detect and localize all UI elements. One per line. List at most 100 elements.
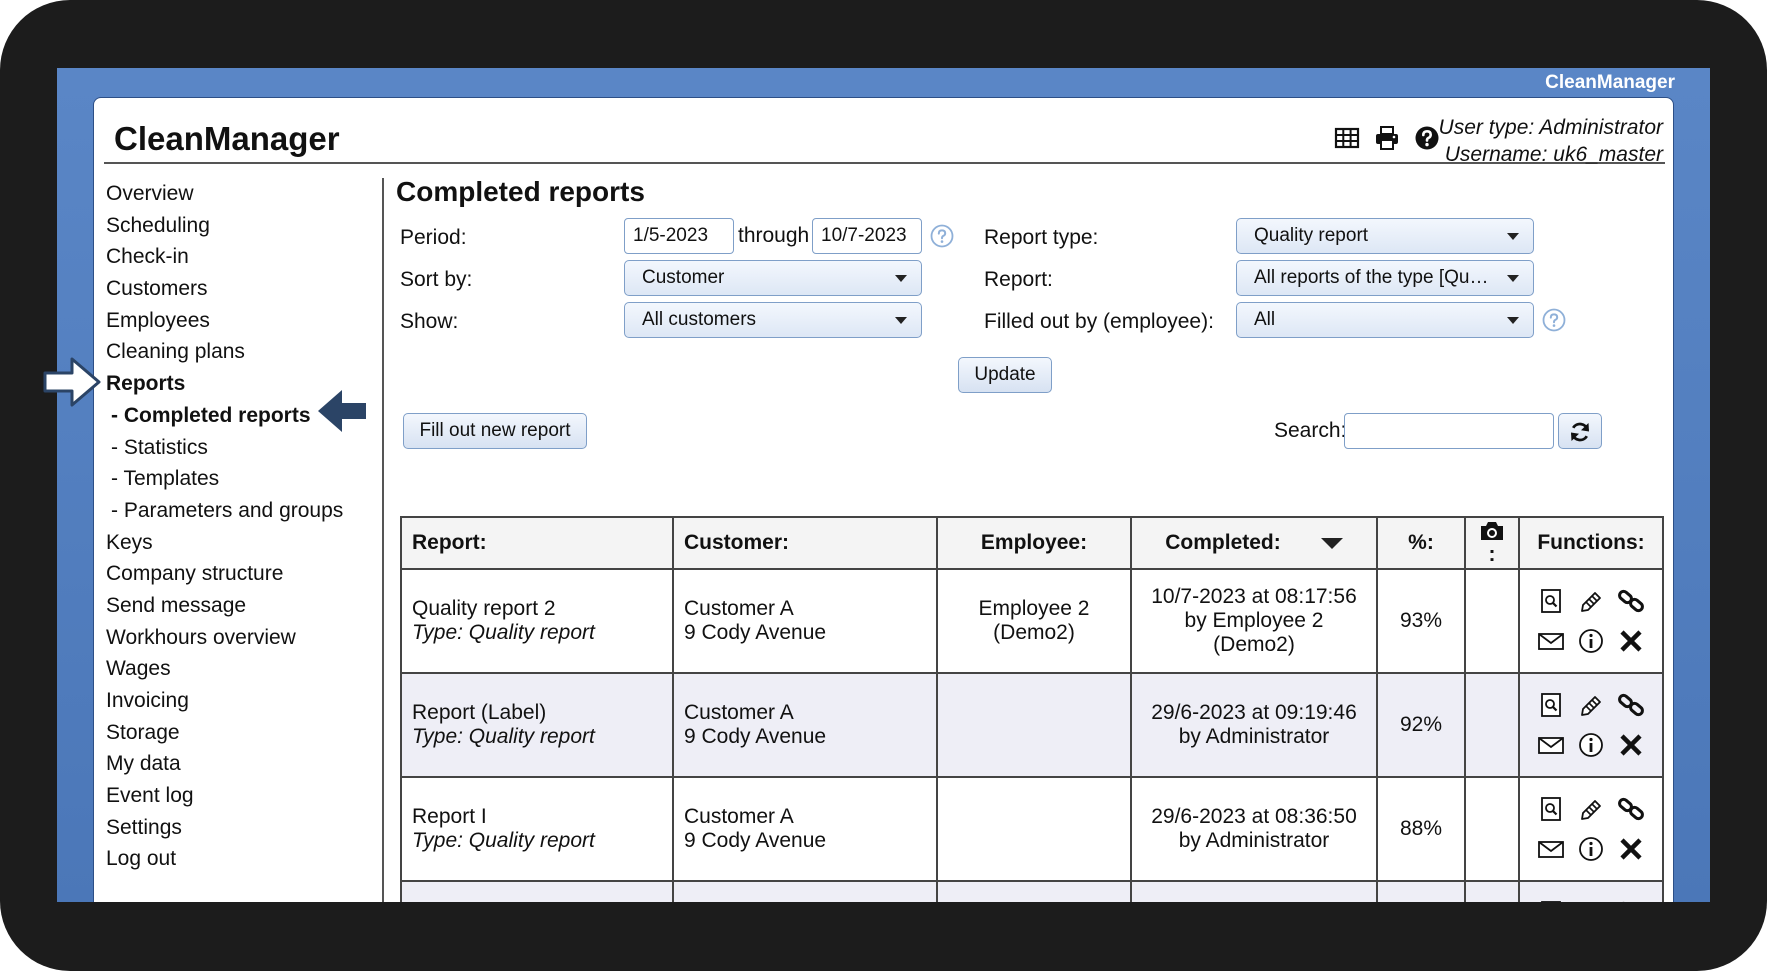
sidebar-item-cleaning-plans[interactable]: Cleaning plans	[106, 336, 366, 368]
percent-cell: 33%	[1376, 880, 1466, 902]
mail-icon[interactable]	[1537, 731, 1565, 759]
column-header-photo[interactable]: :	[1464, 516, 1520, 570]
completed-by: by Employee 2	[1184, 609, 1324, 632]
table-icon[interactable]	[1334, 125, 1360, 151]
period-to-input[interactable]: 10/7-2023	[812, 218, 922, 254]
sidebar-item-event-log[interactable]: Event log	[106, 780, 366, 812]
sidebar-item-scheduling[interactable]: Scheduling	[106, 210, 366, 242]
period-from-input[interactable]: 1/5-2023	[624, 218, 734, 254]
refresh-button[interactable]	[1558, 413, 1602, 449]
sidebar-item-parameters-and-groups[interactable]: - Parameters and groups	[106, 495, 366, 527]
report-name[interactable]: Report (Label)	[412, 701, 662, 725]
help-circle-icon[interactable]	[930, 224, 954, 248]
sidebar-item-log-out[interactable]: Log out	[106, 843, 366, 875]
completed-cell: 29/6-2023 at 09:19:46 by Administrator	[1130, 672, 1378, 778]
info-icon[interactable]	[1577, 731, 1605, 759]
reports-table: Report: Customer: Employee: Completed: %…	[400, 516, 1664, 902]
help-circle-icon[interactable]	[1542, 308, 1566, 332]
fill-out-new-report-button[interactable]: Fill out new report	[403, 413, 587, 449]
show-select[interactable]: All customers	[624, 302, 922, 338]
screen: CleanManager CleanManager User type: Adm…	[57, 68, 1710, 902]
column-header-percent[interactable]: %:	[1376, 516, 1466, 570]
period-label: Period:	[400, 226, 467, 249]
sidebar-item-my-data[interactable]: My data	[106, 748, 366, 780]
report-name[interactable]: Quality report 2	[412, 597, 662, 621]
photo-cell	[1464, 880, 1520, 902]
edit-icon[interactable]	[1577, 795, 1605, 823]
view-report-icon[interactable]	[1537, 691, 1565, 719]
chevron-down-icon	[895, 317, 907, 324]
search-input[interactable]	[1344, 413, 1554, 449]
view-report-icon[interactable]	[1537, 587, 1565, 615]
sort-by-value: Customer	[642, 267, 725, 288]
photo-cell	[1464, 568, 1520, 674]
sidebar-item-check-in[interactable]: Check-in	[106, 241, 366, 273]
main-content: Completed reports Period: 1/5-2023 throu…	[392, 164, 1667, 902]
edit-icon[interactable]	[1577, 691, 1605, 719]
page-title: Completed reports	[396, 176, 645, 207]
info-icon[interactable]	[1577, 627, 1605, 655]
sidebar-item-customers[interactable]: Customers	[106, 273, 366, 305]
link-icon[interactable]	[1617, 899, 1645, 902]
customer-cell: Customer A 9 Cody Avenue	[672, 776, 938, 882]
table-row[interactable]: Report (Label) Type: Quality report Cust…	[400, 672, 1664, 778]
view-report-icon[interactable]	[1537, 795, 1565, 823]
column-header-photo-suffix: :	[1488, 543, 1496, 566]
filled-out-by-select[interactable]: All	[1236, 302, 1534, 338]
completed-cell: 10/7-2023 at 08:17:56 by Employee 2 (Dem…	[1130, 568, 1378, 674]
functions-cell	[1518, 776, 1664, 882]
mail-icon[interactable]	[1537, 627, 1565, 655]
sidebar-item-storage[interactable]: Storage	[106, 717, 366, 749]
help-icon[interactable]	[1414, 125, 1440, 151]
sidebar-item-keys[interactable]: Keys	[106, 527, 366, 559]
sidebar-item-send-message[interactable]: Send message	[106, 590, 366, 622]
table-row[interactable]: Quality Type: Quality report Customer A …	[400, 880, 1664, 902]
sidebar-item-invoicing[interactable]: Invoicing	[106, 685, 366, 717]
delete-icon[interactable]	[1617, 731, 1645, 759]
printer-icon[interactable]	[1374, 125, 1400, 151]
sidebar-item-employees[interactable]: Employees	[106, 305, 366, 337]
edit-icon[interactable]	[1577, 587, 1605, 615]
delete-icon[interactable]	[1617, 627, 1645, 655]
customer-name: Customer A	[684, 701, 794, 724]
table-row[interactable]: Quality report 2 Type: Quality report Cu…	[400, 568, 1664, 674]
table-header-row: Report: Customer: Employee: Completed: %…	[400, 516, 1664, 570]
delete-icon[interactable]	[1617, 835, 1645, 863]
report-type-select[interactable]: Quality report	[1236, 218, 1534, 254]
sort-by-select[interactable]: Customer	[624, 260, 922, 296]
column-header-completed[interactable]: Completed:	[1130, 516, 1378, 570]
report-select[interactable]: All reports of the type [Qu…	[1236, 260, 1534, 296]
refresh-icon	[1571, 422, 1589, 442]
link-icon[interactable]	[1617, 691, 1645, 719]
functions-cell	[1518, 568, 1664, 674]
sidebar-item-workhours-overview[interactable]: Workhours overview	[106, 622, 366, 654]
mail-icon[interactable]	[1537, 835, 1565, 863]
report-name[interactable]: Report I	[412, 805, 662, 829]
completed-by-code: (Demo2)	[1213, 633, 1295, 656]
sidebar-item-statistics[interactable]: - Statistics	[106, 432, 366, 464]
update-button[interactable]: Update	[958, 357, 1052, 393]
sort-by-label: Sort by:	[400, 268, 473, 291]
device-frame: CleanManager CleanManager User type: Adm…	[0, 0, 1767, 971]
column-header-employee[interactable]: Employee:	[936, 516, 1132, 570]
view-report-icon[interactable]	[1537, 899, 1565, 902]
info-icon[interactable]	[1577, 835, 1605, 863]
sidebar-item-settings[interactable]: Settings	[106, 812, 366, 844]
photo-cell	[1464, 776, 1520, 882]
column-header-functions: Functions:	[1518, 516, 1664, 570]
link-icon[interactable]	[1617, 795, 1645, 823]
table-row[interactable]: Report I Type: Quality report Customer A…	[400, 776, 1664, 882]
edit-icon[interactable]	[1577, 899, 1605, 902]
employee-cell: Employee 2 (Demo2)	[936, 568, 1132, 674]
column-header-report[interactable]: Report:	[400, 516, 674, 570]
functions-cell	[1518, 880, 1664, 902]
column-header-customer[interactable]: Customer:	[672, 516, 938, 570]
chevron-down-icon	[895, 275, 907, 282]
app-title: CleanManager	[114, 120, 340, 157]
sidebar-item-overview[interactable]: Overview	[106, 178, 366, 210]
link-icon[interactable]	[1617, 587, 1645, 615]
sidebar-item-templates[interactable]: - Templates	[106, 463, 366, 495]
completed-date: 29/6-2023 at 08:36:50	[1151, 805, 1357, 828]
sidebar-item-wages[interactable]: Wages	[106, 653, 366, 685]
sidebar-item-company-structure[interactable]: Company structure	[106, 558, 366, 590]
